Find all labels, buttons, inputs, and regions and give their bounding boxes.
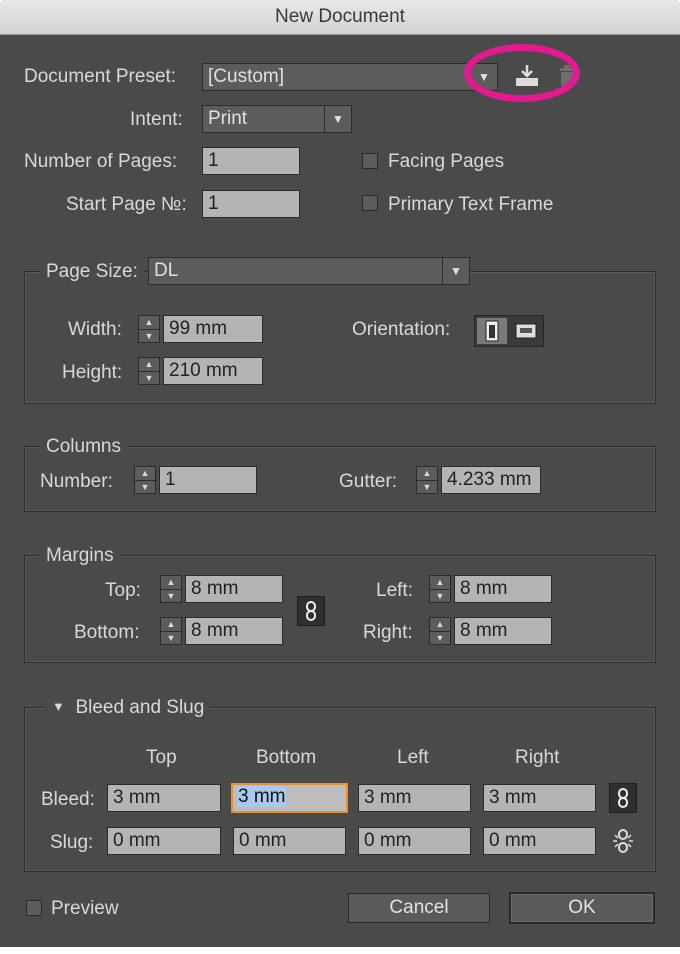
portrait-icon[interactable] — [477, 318, 507, 344]
height-label: Height: — [62, 362, 123, 383]
margin-left-stepper[interactable]: ▲ ▼ — [429, 575, 451, 603]
bleed-left-input[interactable]: 3 mm — [358, 784, 471, 812]
width-label: Width: — [68, 319, 122, 340]
primary-text-frame-label[interactable]: Primary Text Frame — [388, 194, 553, 216]
bleed-top-input[interactable]: 3 mm — [107, 784, 221, 812]
document-preset-dropdown[interactable]: [Custom] ▼ — [202, 63, 498, 91]
page-size-dropdown[interactable]: DL ▼ — [148, 257, 470, 285]
gutter-stepper[interactable]: ▲ ▼ — [416, 466, 438, 494]
disclosure-triangle-icon[interactable]: ▼ — [52, 699, 65, 714]
ok-button[interactable]: OK — [509, 892, 655, 924]
orientation-label: Orientation: — [352, 319, 451, 340]
margin-right-input[interactable]: 8 mm — [454, 617, 552, 645]
orientation-toggle — [474, 315, 544, 347]
margins-group — [24, 555, 656, 663]
page-size-label: Page Size: — [40, 261, 144, 283]
column-header-top: Top — [146, 747, 177, 768]
margin-bottom-stepper[interactable]: ▲ ▼ — [160, 617, 182, 645]
margin-top-label: Top: — [105, 580, 141, 601]
document-preset-label: Document Preset: — [24, 66, 177, 87]
unlinked-icon[interactable] — [609, 826, 637, 856]
intent-value: Print — [208, 108, 248, 129]
slug-bottom-input[interactable]: 0 mm — [233, 827, 346, 855]
gutter-label: Gutter: — [339, 471, 398, 492]
width-stepper[interactable]: ▲ ▼ — [138, 315, 160, 343]
preview-label[interactable]: Preview — [51, 898, 119, 920]
number-of-pages-input[interactable]: 1 — [202, 147, 300, 175]
slug-label: Slug: — [50, 832, 94, 853]
height-stepper[interactable]: ▲ ▼ — [138, 357, 160, 385]
margin-left-label: Left: — [376, 580, 413, 601]
margins-title: Margins — [40, 545, 120, 567]
column-header-bottom: Bottom — [256, 747, 317, 768]
bleed-label: Bleed: — [41, 789, 95, 810]
bleed-slug-header[interactable]: ▼ Bleed and Slug — [44, 697, 211, 719]
margin-right-stepper[interactable]: ▲ ▼ — [429, 617, 451, 645]
margin-left-input[interactable]: 8 mm — [454, 575, 552, 603]
slug-top-input[interactable]: 0 mm — [107, 827, 221, 855]
link-icon[interactable] — [609, 783, 637, 813]
bleed-bottom-input[interactable]: 3 mm — [231, 783, 348, 813]
facing-pages-checkbox[interactable] — [362, 153, 378, 169]
width-input[interactable]: 99 mm — [163, 315, 263, 343]
height-input[interactable]: 210 mm — [163, 357, 263, 385]
slug-left-input[interactable]: 0 mm — [358, 827, 471, 855]
margin-bottom-label: Bottom: — [74, 622, 140, 643]
preview-checkbox[interactable] — [26, 900, 42, 916]
start-page-label: Start Page №: — [66, 194, 187, 215]
page-size-value: DL — [154, 260, 179, 281]
bleed-right-input[interactable]: 3 mm — [483, 784, 596, 812]
columns-number-stepper[interactable]: ▲ ▼ — [134, 466, 156, 494]
document-preset-value: [Custom] — [208, 66, 285, 87]
column-header-left: Left — [397, 747, 429, 768]
chevron-down-icon: ▼ — [324, 106, 351, 132]
cancel-button[interactable]: Cancel — [348, 893, 490, 923]
columns-title: Columns — [40, 436, 127, 458]
bleed-bottom-value: 3 mm — [238, 786, 286, 807]
new-document-dialog: New Document Document Preset: [Custom] ▼… — [0, 0, 680, 947]
columns-number-label: Number: — [40, 471, 113, 492]
facing-pages-label[interactable]: Facing Pages — [388, 151, 504, 173]
columns-number-input[interactable]: 1 — [159, 466, 257, 494]
margin-top-stepper[interactable]: ▲ ▼ — [160, 575, 182, 603]
bleed-slug-title: Bleed and Slug — [75, 697, 205, 718]
column-header-right: Right — [515, 747, 560, 768]
margin-bottom-input[interactable]: 8 mm — [185, 617, 283, 645]
landscape-icon[interactable] — [511, 318, 541, 344]
annotation-ring — [464, 44, 580, 102]
chevron-down-icon: ▼ — [442, 258, 469, 284]
window-title: New Document — [0, 0, 680, 35]
start-page-input[interactable]: 1 — [202, 190, 300, 218]
primary-text-frame-checkbox[interactable] — [362, 195, 378, 211]
slug-right-input[interactable]: 0 mm — [483, 827, 596, 855]
gutter-input[interactable]: 4.233 mm — [441, 466, 541, 494]
margin-top-input[interactable]: 8 mm — [185, 575, 283, 603]
intent-label: Intent: — [130, 109, 183, 130]
intent-dropdown[interactable]: Print ▼ — [202, 105, 352, 133]
number-of-pages-label: Number of Pages: — [24, 151, 178, 172]
margin-right-label: Right: — [363, 622, 413, 643]
link-icon[interactable] — [297, 596, 325, 626]
